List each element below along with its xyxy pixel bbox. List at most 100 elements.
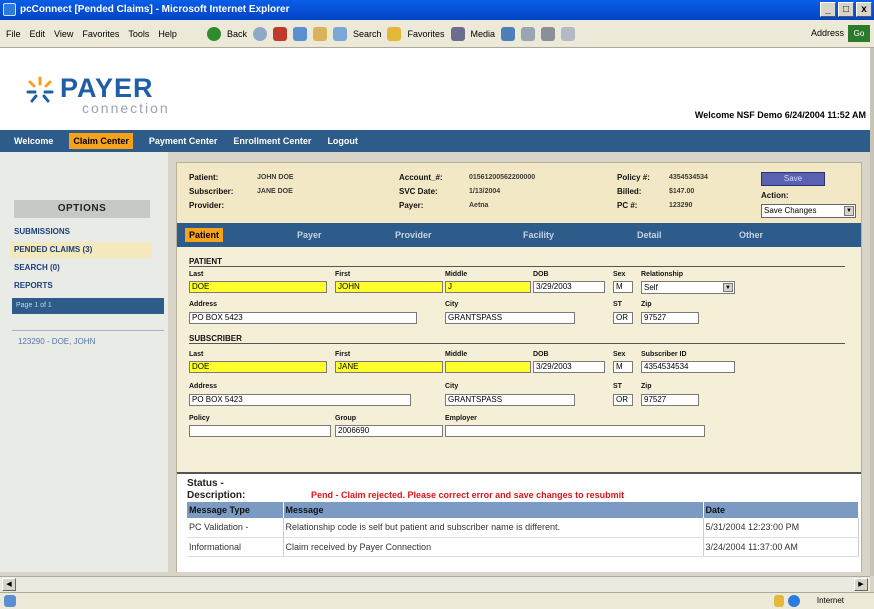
pended-claim-link[interactable]: 123290 - DOE, JOHN <box>18 337 95 346</box>
action-select[interactable]: Save Changes ▼ <box>761 204 856 218</box>
divider <box>12 330 164 331</box>
billed-label: Billed: <box>617 187 642 196</box>
stop-icon[interactable] <box>272 26 287 41</box>
date-cell: 5/31/2004 12:23:00 PM <box>703 518 859 538</box>
refresh-icon[interactable] <box>292 26 307 41</box>
nav-enrollment-center[interactable]: Enrollment Center <box>233 133 311 149</box>
menu-edit[interactable]: Edit <box>30 29 46 39</box>
patient-dob-label: DOB <box>533 271 549 278</box>
window-title: pcConnect [Pended Claims] - Microsoft In… <box>20 4 290 15</box>
browser-status-bar: Internet <box>0 592 874 609</box>
action-label: Action: <box>761 191 789 200</box>
subscriber-sex-input[interactable]: M <box>613 361 633 373</box>
subscriber-last-input[interactable]: DOE <box>189 361 327 373</box>
internet-explorer-icon <box>3 3 16 16</box>
subscriber-middle-input[interactable] <box>445 361 531 373</box>
action-select-value: Save Changes <box>764 206 817 215</box>
patient-first-label: First <box>335 271 351 278</box>
favorites-button[interactable]: Favorites <box>407 29 444 39</box>
option-pended-claims[interactable]: PENDED CLAIMS (3) <box>10 242 152 258</box>
menu-tools[interactable]: Tools <box>128 29 149 39</box>
account-label: Account_#: <box>399 173 443 182</box>
payer-label: Payer: <box>399 201 424 210</box>
message-cell: Claim received by Payer Connection <box>283 537 704 557</box>
close-button[interactable]: x <box>856 2 872 17</box>
mail-icon[interactable] <box>521 26 536 41</box>
patient-last-input[interactable]: DOE <box>189 281 327 293</box>
patient-value: JOHN DOE <box>257 174 294 181</box>
patient-city-input[interactable]: GRANTSPASS <box>445 312 575 324</box>
relationship-select[interactable]: Self ▼ <box>641 281 735 294</box>
tab-patient[interactable]: Patient <box>185 228 224 242</box>
employer-input[interactable] <box>445 425 705 437</box>
tab-detail[interactable]: Detail <box>637 230 662 240</box>
nav-payment-center[interactable]: Payment Center <box>149 133 218 149</box>
menu-help[interactable]: Help <box>158 29 177 39</box>
patient-first-input[interactable]: JOHN <box>335 281 443 293</box>
tab-other[interactable]: Other <box>739 230 763 240</box>
option-submissions[interactable]: SUBMISSIONS <box>14 224 70 240</box>
minimize-button[interactable]: _ <box>820 2 836 17</box>
policy-input[interactable] <box>189 425 331 437</box>
search-button[interactable]: Search <box>353 29 382 39</box>
tab-facility[interactable]: Facility <box>523 230 554 240</box>
globe-icon <box>788 595 800 607</box>
search-icon[interactable] <box>332 26 347 41</box>
home-icon[interactable] <box>312 26 327 41</box>
patient-zip-label: Zip <box>641 301 652 308</box>
patient-label: Patient: <box>189 173 219 182</box>
subscriber-id-input[interactable]: 4354534534 <box>641 361 735 373</box>
group-input[interactable]: 2006690 <box>335 425 443 437</box>
forward-arrow-icon[interactable] <box>252 26 267 41</box>
save-button[interactable]: Save <box>761 172 825 186</box>
nav-logout[interactable]: Logout <box>327 133 358 149</box>
col-message: Message <box>283 502 704 518</box>
media-icon[interactable] <box>450 26 465 41</box>
message-type-cell: PC Validation - <box>187 518 284 538</box>
option-search[interactable]: SEARCH (0) <box>14 260 60 276</box>
table-row: PC Validation - Relationship code is sel… <box>187 518 859 538</box>
patient-dob-input[interactable]: 3/29/2003 <box>533 281 605 293</box>
subscriber-city-input[interactable]: GRANTSPASS <box>445 394 575 406</box>
subscriber-first-input[interactable]: JANE <box>335 361 443 373</box>
address-label[interactable]: Address <box>811 28 844 38</box>
scroll-right-icon[interactable]: ▶ <box>854 578 868 591</box>
nav-welcome[interactable]: Welcome <box>14 133 53 149</box>
tab-payer[interactable]: Payer <box>297 230 322 240</box>
patient-zip-input[interactable]: 97527 <box>641 312 699 324</box>
top-navigation: Welcome Claim Center Payment Center Enro… <box>0 130 870 152</box>
patient-address-input[interactable]: PO BOX 5423 <box>189 312 417 324</box>
internet-zone-label: Internet <box>816 596 844 605</box>
history-icon[interactable] <box>501 26 516 41</box>
patient-sex-input[interactable]: M <box>613 281 633 293</box>
horizontal-scrollbar[interactable]: ◀ ▶ <box>0 576 870 592</box>
patient-middle-input[interactable]: J <box>445 281 531 293</box>
scroll-left-icon[interactable]: ◀ <box>2 578 16 591</box>
patient-state-input[interactable]: OR <box>613 312 633 324</box>
option-reports[interactable]: REPORTS <box>14 278 53 294</box>
subscriber-state-input[interactable]: OR <box>613 394 633 406</box>
subscriber-address-input[interactable]: PO BOX 5423 <box>189 394 411 406</box>
nav-claim-center[interactable]: Claim Center <box>69 133 133 149</box>
maximize-button[interactable]: □ <box>838 2 854 17</box>
patient-last-label: Last <box>189 271 204 278</box>
tab-provider[interactable]: Provider <box>395 230 432 240</box>
favorites-star-icon[interactable] <box>387 26 402 41</box>
patient-form: PATIENT Last DOE First JOHN Middle J DOB… <box>177 247 861 472</box>
back-arrow-icon[interactable] <box>206 26 221 41</box>
menu-favorites[interactable]: Favorites <box>82 29 119 39</box>
media-button[interactable]: Media <box>471 29 496 39</box>
subscriber-zip-input[interactable]: 97527 <box>641 394 699 406</box>
vertical-scrollbar[interactable] <box>870 48 874 576</box>
subscriber-middle-label: Middle <box>445 351 468 358</box>
edit-icon[interactable] <box>561 26 576 41</box>
page-icon <box>4 595 16 607</box>
go-button[interactable]: Go <box>848 25 870 42</box>
menu-view[interactable]: View <box>54 29 73 39</box>
employer-label: Employer <box>445 415 477 422</box>
print-icon[interactable] <box>541 26 556 41</box>
claim-tabs: Patient Payer Provider Facility Detail O… <box>177 223 861 247</box>
subscriber-dob-input[interactable]: 3/29/2003 <box>533 361 605 373</box>
menu-file[interactable]: File <box>6 29 21 39</box>
back-button[interactable]: Back <box>227 29 247 39</box>
